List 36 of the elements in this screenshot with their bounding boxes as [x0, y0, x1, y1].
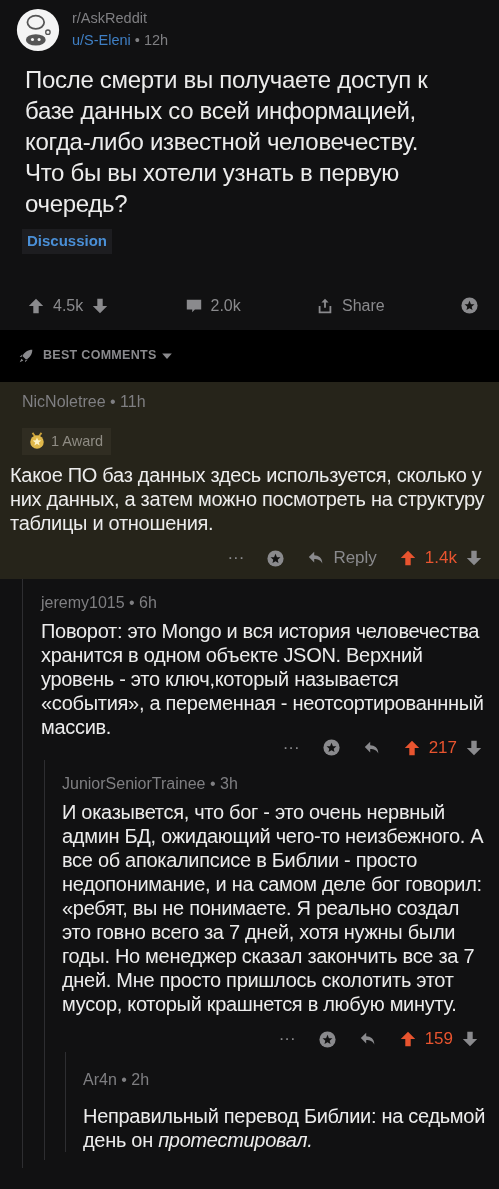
vote-count: 4.5k — [53, 295, 84, 316]
award-icon[interactable] — [321, 738, 341, 758]
author-link[interactable]: u/S-Eleni — [72, 30, 131, 52]
subreddit-icon[interactable] — [16, 8, 60, 52]
reply-button[interactable]: Reply — [307, 545, 377, 571]
upvote-icon[interactable] — [402, 738, 421, 757]
comment-text: Неправильный перевод Библии: на седьмой день он протестировал. — [83, 1103, 486, 1152]
comment-text: Какое ПО баз данных здесь используется, сколько у них данных, а затем можно посмотреть на структуру таблицы и отношения. — [10, 463, 486, 536]
more-options-button[interactable]: ··· — [227, 545, 245, 571]
vote-count: 1.4k — [424, 547, 457, 570]
award-icon[interactable] — [317, 1029, 337, 1049]
post-time: • 12h — [134, 31, 169, 50]
upvote-icon[interactable] — [27, 296, 45, 315]
upvote-icon[interactable] — [398, 549, 417, 568]
share-button[interactable]: Share — [316, 293, 385, 318]
award-icon[interactable] — [460, 296, 479, 315]
subreddit-name[interactable]: r/AskReddit — [72, 8, 169, 30]
award-medal-icon — [28, 432, 46, 451]
downvote-icon[interactable] — [465, 549, 483, 568]
vote-count: 159 — [424, 1028, 453, 1051]
award-icon[interactable] — [266, 548, 286, 568]
downvote-icon[interactable] — [91, 296, 110, 315]
comment-text: И оказывется, что бог - это очень нервный админ БД, ожидающий чего-то неизбежного. А все об апокалипсисе в Библии - просто недопонимание, и на самом деле бог говорил: «ребят, вы не понимаете. Я реально создал это говно всего за 7 дней, хотя нужны были годы. Но менеджер сказал закончить все за 7 дней. Мне просто пришлось сколотить этот мусор, который крашнется в любую минуту. — [62, 800, 485, 1017]
upvote-icon[interactable] — [398, 1030, 417, 1049]
comment-meta: Ar4n • 2h — [83, 1069, 151, 1090]
downvote-icon[interactable] — [465, 738, 483, 757]
comment-meta: NicNoletree • 11h — [22, 391, 147, 412]
comment-meta: JuniorSeniorTrainee • 3h — [62, 774, 239, 795]
vote-count: 217 — [428, 736, 457, 759]
comments-button[interactable]: 2.0k — [184, 293, 241, 318]
more-options-button[interactable]: ··· — [278, 1026, 296, 1052]
comment-meta: jeremy1015 • 6h — [41, 592, 158, 613]
post-title: После смерти вы получаете доступ к базе данных со всей информацией, когда-либо известной человечеству. Что бы вы хотели узнать в первую очередь? — [24, 65, 429, 219]
flair-tag: Discussion — [22, 229, 113, 254]
award-badge: 1 Award — [22, 427, 112, 456]
downvote-icon[interactable] — [461, 1030, 479, 1049]
